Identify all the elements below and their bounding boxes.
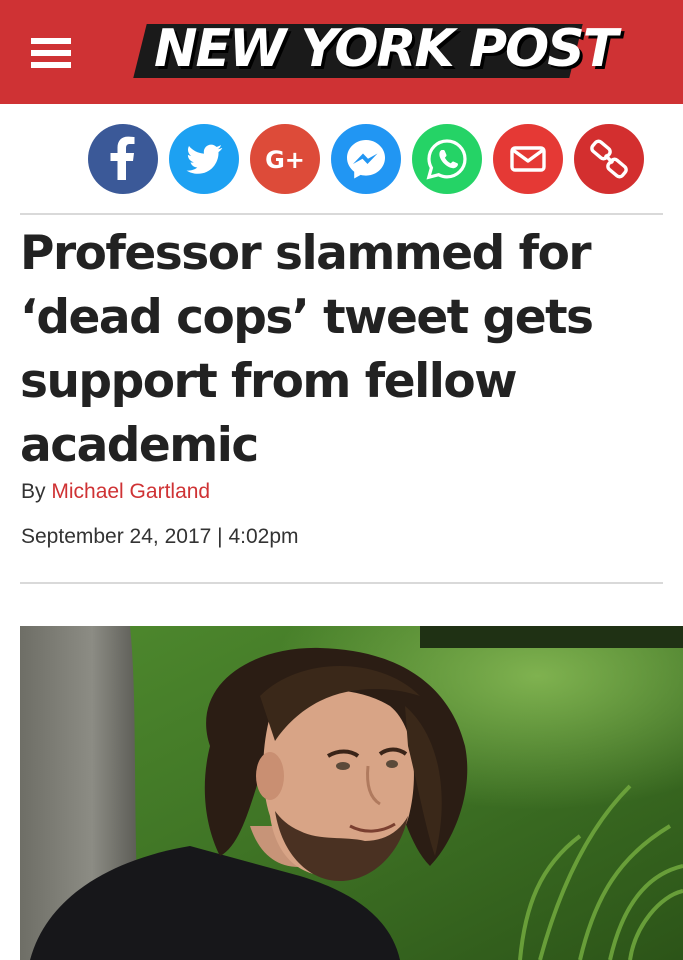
- share-bar: G+: [88, 124, 648, 196]
- whatsapp-icon: [412, 124, 482, 194]
- publish-time: 4:02pm: [228, 525, 299, 548]
- date-separator: |: [217, 525, 223, 548]
- twitter-icon: [169, 124, 239, 194]
- email-share-button[interactable]: [493, 124, 563, 194]
- portrait-image: [20, 626, 683, 960]
- divider-bottom: [20, 582, 663, 584]
- dateline: September 24, 2017 | 4:02pm: [21, 524, 299, 550]
- byline: By Michael Gartland: [21, 479, 210, 505]
- logo-text: NEW YORK POST: [154, 19, 618, 79]
- google-plus-icon: G+: [250, 124, 320, 194]
- google-plus-label: G+: [265, 146, 305, 174]
- facebook-icon: [88, 124, 158, 194]
- divider-top: [20, 213, 663, 215]
- messenger-icon: [331, 124, 401, 194]
- email-icon: [493, 124, 563, 194]
- article-photo[interactable]: [20, 626, 683, 960]
- site-logo[interactable]: NEW YORK POST: [133, 14, 618, 84]
- facebook-share-button[interactable]: [88, 124, 158, 194]
- twitter-share-button[interactable]: [169, 124, 239, 194]
- site-header: NEW YORK POST: [0, 0, 683, 104]
- byline-prefix: By: [21, 480, 46, 503]
- whatsapp-share-button[interactable]: [412, 124, 482, 194]
- messenger-share-button[interactable]: [331, 124, 401, 194]
- author-link[interactable]: Michael Gartland: [51, 480, 210, 503]
- copy-link-share-button[interactable]: [574, 124, 644, 194]
- google-plus-share-button[interactable]: G+: [250, 124, 320, 194]
- article-headline: Professor slammed for ‘dead cops’ tweet …: [20, 226, 594, 473]
- link-icon: [574, 124, 644, 194]
- publish-date: September 24, 2017: [21, 525, 212, 548]
- hamburger-menu-icon[interactable]: [31, 38, 71, 68]
